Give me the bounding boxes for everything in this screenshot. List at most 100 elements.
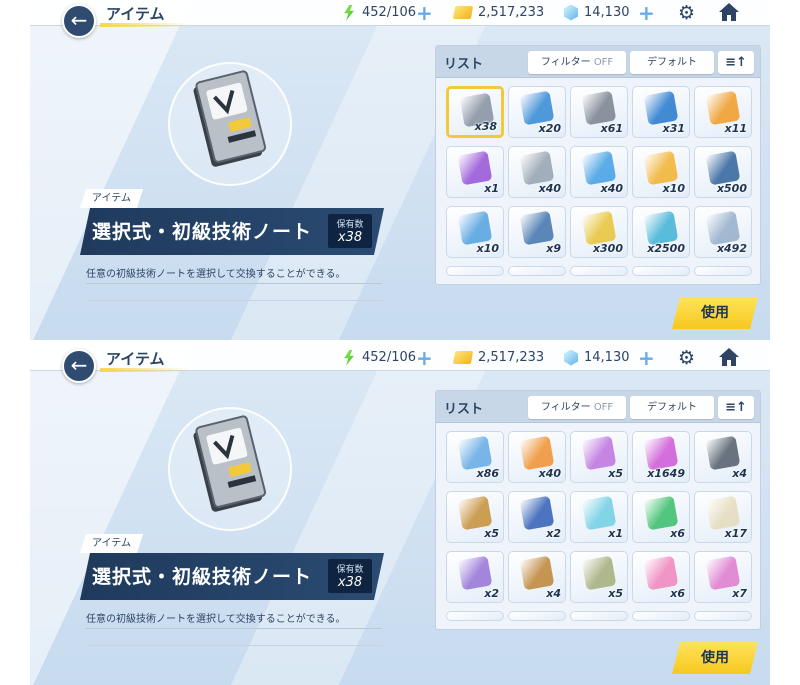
item-list-panel: リスト フィルター OFF デフォルト ≡↑ x38 x20 x61 x31 x11 x1… bbox=[435, 45, 761, 285]
use-button[interactable]: 使用 bbox=[672, 297, 758, 329]
item-slot-partial[interactable] bbox=[446, 611, 504, 621]
owned-count-box: 保有数 x38 bbox=[328, 214, 372, 248]
filter-button[interactable]: フィルター OFF bbox=[528, 51, 626, 74]
page-title: アイテム bbox=[106, 350, 165, 368]
item-slot[interactable]: x40 bbox=[508, 431, 566, 483]
item-icon bbox=[643, 495, 679, 531]
item-icon bbox=[519, 90, 555, 126]
technical-note-icon bbox=[193, 415, 267, 512]
ap-value: 452/106 bbox=[362, 5, 417, 20]
item-slot[interactable]: x1649 bbox=[632, 431, 690, 483]
item-slot[interactable]: x6 bbox=[632, 551, 690, 603]
sort-button[interactable]: デフォルト bbox=[630, 396, 714, 419]
item-slot[interactable]: x2500 bbox=[632, 206, 690, 258]
gem-plus-button[interactable]: + bbox=[638, 346, 655, 370]
item-icon bbox=[457, 495, 493, 531]
item-slot[interactable]: x1 bbox=[446, 146, 504, 198]
gem-value: 14,130 bbox=[584, 5, 630, 20]
item-count: x10 bbox=[476, 242, 499, 255]
item-slot[interactable]: x300 bbox=[570, 206, 628, 258]
item-slot-partial[interactable] bbox=[508, 266, 566, 276]
item-count: x1649 bbox=[647, 467, 685, 480]
item-slot[interactable]: x31 bbox=[632, 86, 690, 138]
item-slot-partial[interactable] bbox=[570, 266, 628, 276]
item-count: x20 bbox=[538, 122, 561, 135]
item-slot[interactable]: x86 bbox=[446, 431, 504, 483]
item-slot-partial[interactable] bbox=[632, 611, 690, 621]
ap-display: 452/106 bbox=[342, 4, 416, 22]
item-slot[interactable]: x61 bbox=[570, 86, 628, 138]
item-name: 選択式・初級技術ノート bbox=[92, 566, 313, 588]
gear-icon[interactable]: ⚙ bbox=[678, 347, 695, 369]
item-slot[interactable]: x1 bbox=[570, 491, 628, 543]
item-count: x40 bbox=[538, 182, 561, 195]
item-count: x6 bbox=[670, 587, 685, 600]
item-slot[interactable]: x2 bbox=[446, 551, 504, 603]
sort-order-button[interactable]: ≡↑ bbox=[718, 51, 754, 74]
home-icon[interactable] bbox=[718, 2, 740, 22]
item-description: 任意の初級技術ノートを選択して交換することができる。 bbox=[86, 269, 346, 280]
item-slot[interactable]: x4 bbox=[694, 431, 752, 483]
divider bbox=[86, 628, 382, 629]
item-slot-partial[interactable] bbox=[694, 611, 752, 621]
item-slot[interactable]: x38 bbox=[446, 86, 504, 138]
item-slot[interactable]: x7 bbox=[694, 551, 752, 603]
item-slot[interactable]: x20 bbox=[508, 86, 566, 138]
item-slot[interactable]: x17 bbox=[694, 491, 752, 543]
item-slot[interactable]: x5 bbox=[570, 431, 628, 483]
ap-plus-button[interactable]: + bbox=[416, 1, 433, 25]
item-slot[interactable]: x5 bbox=[570, 551, 628, 603]
item-slot[interactable]: x6 bbox=[632, 491, 690, 543]
item-icon bbox=[581, 210, 617, 246]
item-count: x86 bbox=[476, 467, 499, 480]
item-slot[interactable]: x5 bbox=[446, 491, 504, 543]
item-slot[interactable]: x9 bbox=[508, 206, 566, 258]
gem-plus-button[interactable]: + bbox=[638, 1, 655, 25]
item-icon bbox=[457, 555, 493, 591]
ap-plus-button[interactable]: + bbox=[416, 346, 433, 370]
gem-display: 14,130 bbox=[564, 4, 630, 22]
item-category-tag: アイテム bbox=[80, 189, 143, 208]
item-icon bbox=[705, 555, 741, 591]
sort-button[interactable]: デフォルト bbox=[630, 51, 714, 74]
item-slot[interactable]: x10 bbox=[632, 146, 690, 198]
item-slot[interactable]: x2 bbox=[508, 491, 566, 543]
ap-icon bbox=[344, 4, 354, 21]
item-slot-partial[interactable] bbox=[632, 266, 690, 276]
owned-count: x38 bbox=[337, 575, 363, 590]
item-slot-partial[interactable] bbox=[446, 266, 504, 276]
item-count: x40 bbox=[538, 467, 561, 480]
owned-label: 保有数 bbox=[336, 220, 364, 230]
item-icon bbox=[581, 495, 617, 531]
owned-count: x38 bbox=[337, 230, 363, 245]
item-icon bbox=[643, 150, 679, 186]
back-button[interactable]: ← bbox=[62, 4, 96, 38]
item-slot[interactable]: x492 bbox=[694, 206, 752, 258]
item-slot[interactable]: x500 bbox=[694, 146, 752, 198]
use-button[interactable]: 使用 bbox=[672, 642, 758, 674]
home-icon[interactable] bbox=[718, 347, 740, 367]
item-slot-partial[interactable] bbox=[570, 611, 628, 621]
item-slot[interactable]: x40 bbox=[570, 146, 628, 198]
filter-label: フィルター bbox=[540, 402, 591, 413]
technical-note-icon bbox=[193, 70, 267, 167]
item-count: x2 bbox=[546, 527, 561, 540]
item-slot-partial[interactable] bbox=[694, 266, 752, 276]
item-count: x38 bbox=[474, 120, 497, 133]
item-slot[interactable]: x11 bbox=[694, 86, 752, 138]
sort-order-button[interactable]: ≡↑ bbox=[718, 396, 754, 419]
item-slot[interactable]: x10 bbox=[446, 206, 504, 258]
page-title: アイテム bbox=[106, 5, 165, 23]
item-slot[interactable]: x40 bbox=[508, 146, 566, 198]
filter-button[interactable]: フィルター OFF bbox=[528, 396, 626, 419]
gear-icon[interactable]: ⚙ bbox=[678, 2, 695, 24]
back-button[interactable]: ← bbox=[62, 349, 96, 383]
item-grid: x86 x40 x5 x1649 x4 x5 x2 x1 x6 x17 x2 x4 x5 x6 x7 bbox=[446, 431, 752, 627]
item-slot-partial[interactable] bbox=[508, 611, 566, 621]
item-icon bbox=[581, 90, 617, 126]
item-slot[interactable]: x4 bbox=[508, 551, 566, 603]
title-underline bbox=[100, 368, 190, 372]
item-count: x9 bbox=[546, 242, 561, 255]
divider bbox=[86, 283, 382, 284]
title-underline bbox=[100, 23, 190, 27]
